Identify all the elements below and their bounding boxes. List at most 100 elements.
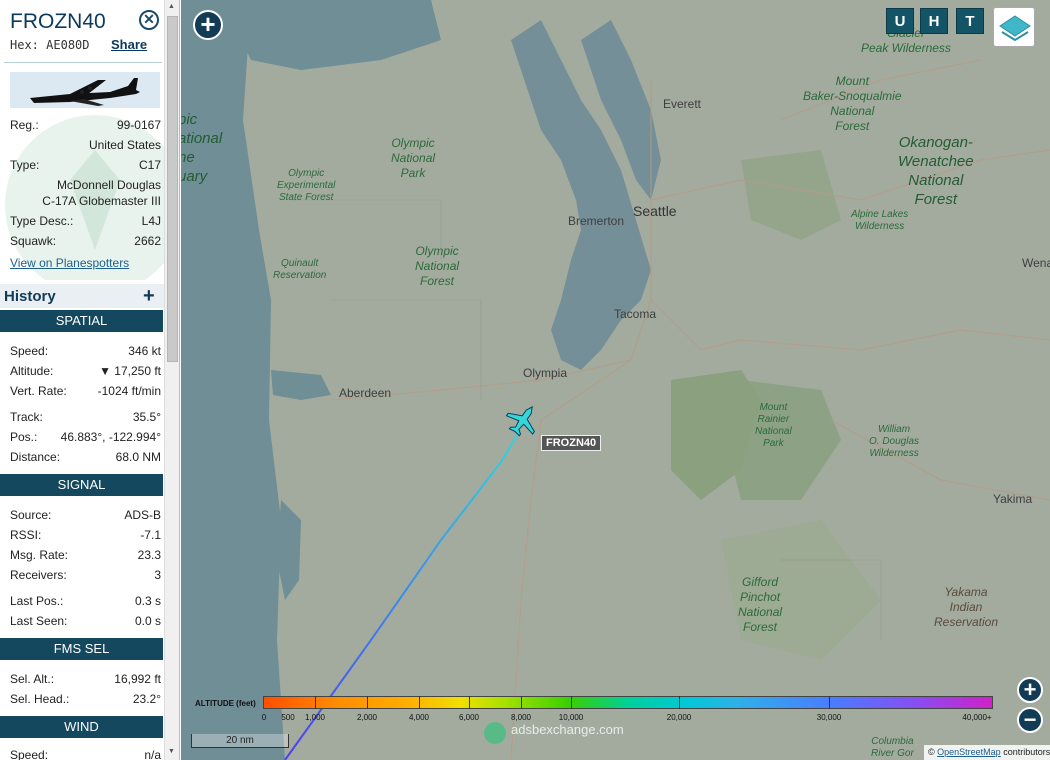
map-view[interactable]: Everett Seattle Bremerton Tacoma Olympia… [181, 0, 1050, 760]
receivers-row: Receivers: 3 [10, 568, 161, 584]
receivers-label: Receivers: [10, 568, 67, 582]
position-row: Pos.: 46.883°, -122.994° [10, 430, 161, 446]
tick-label: 500 [281, 713, 295, 722]
layers-icon [999, 15, 1031, 42]
zoom-in-button[interactable]: + [1017, 677, 1043, 703]
tick [419, 696, 420, 709]
label-quinault: Quinault Reservation [273, 258, 327, 281]
label-yakima: Yakima [993, 492, 1033, 506]
plus-icon[interactable]: + [143, 285, 155, 308]
planespotters-link[interactable]: View on Planespotters [10, 256, 129, 270]
tick [679, 696, 680, 709]
detail-row-type: Type: C17 [10, 158, 161, 174]
last-seen-row: Last Seen: 0.0 s [10, 614, 161, 630]
signal-header[interactable]: SIGNAL [0, 474, 163, 496]
scrollbar-thumb[interactable] [167, 16, 178, 362]
label-olympic-exp: Olympic Experimental State Forest [277, 168, 336, 203]
spatial-header[interactable]: SPATIAL [0, 310, 163, 332]
vert-rate-value: -1024 ft/min [97, 384, 161, 398]
fms-sel-header[interactable]: FMS SEL [0, 638, 163, 660]
wind-header[interactable]: WIND [0, 716, 163, 738]
attribution-symbol: © [928, 747, 935, 757]
reg-label: Reg.: [10, 118, 39, 132]
tick [829, 696, 830, 709]
altitude-row: Altitude: ▼ 17,250 ft [10, 364, 161, 380]
msg-rate-value: 23.3 [137, 548, 161, 562]
rssi-label: RSSI: [10, 528, 42, 542]
last-seen-value: 0.0 s [134, 614, 161, 628]
tick-label: 6,000 [458, 713, 480, 722]
distance-value: 68.0 NM [115, 450, 161, 464]
aircraft-info-panel: FROZN40 ✕ Hex: AE080D Share Reg.: 99-0167 [0, 0, 180, 760]
sel-alt-value: 16,992 ft [114, 672, 161, 686]
label-wena: Wena [1022, 256, 1050, 270]
tick-label: 40,000+ [962, 713, 992, 722]
position-label: Pos.: [10, 430, 38, 444]
model-line-1: McDonnell Douglas [56, 178, 161, 192]
rssi-row: RSSI: -7.1 [10, 528, 161, 544]
last-seen-label: Last Seen: [10, 614, 68, 628]
callsign-title: FROZN40 [10, 10, 106, 33]
label-olympic-np: Olympic National Park [391, 136, 436, 180]
tick [521, 696, 522, 709]
source-label: Source: [10, 508, 52, 522]
history-header[interactable]: History + [0, 284, 164, 308]
last-pos-label: Last Pos.: [10, 594, 64, 608]
distance-label: Distance: [10, 450, 61, 464]
label-bremerton: Bremerton [568, 214, 625, 228]
label-okanogan: Okanogan- Wenatchee National Forest [898, 134, 974, 208]
type-value: C17 [138, 158, 161, 172]
altitude-legend: ALTITUDE (feet) 0 500 1,000 2,000 4,000 … [191, 694, 1001, 724]
tick-label: 0 [261, 713, 267, 722]
label-seattle: Seattle [633, 203, 677, 219]
layers-button[interactable] [993, 7, 1035, 47]
t-button[interactable]: T [956, 8, 984, 34]
tick [571, 696, 572, 709]
tick-label: 20,000 [666, 713, 692, 722]
zoom-out-button[interactable]: − [1017, 707, 1043, 733]
typedesc-value: L4J [141, 214, 161, 228]
tick-label: 4,000 [408, 713, 430, 722]
sel-alt-label: Sel. Alt.: [10, 672, 55, 686]
label-alpine: Alpine Lakes Wilderness [851, 209, 909, 232]
detail-row-squawk: Squawk: 2662 [10, 234, 161, 250]
label-yakama: Yakama Indian Reservation [934, 585, 999, 629]
tick-label: 30,000 [816, 713, 842, 722]
osm-link[interactable]: OpenStreetMap [937, 747, 1001, 757]
label-olympic-edge: pic ational ne uary [181, 111, 223, 185]
share-link[interactable]: Share [111, 37, 147, 52]
hex-label: Hex: [10, 38, 39, 52]
map-base [181, 0, 1050, 760]
map-attribution: © OpenStreetMap contributors [924, 745, 1050, 760]
msg-rate-row: Msg. Rate: 23.3 [10, 548, 161, 564]
detail-row-typedesc: Type Desc.: L4J [10, 214, 161, 230]
source-row: Source: ADS-B [10, 508, 161, 524]
scroll-down-arrow-icon[interactable]: ▼ [168, 748, 175, 755]
sel-alt-row: Sel. Alt.: 16,992 ft [10, 672, 161, 688]
sel-head-row: Sel. Head.: 23.2° [10, 692, 161, 708]
last-pos-row: Last Pos.: 0.3 s [10, 594, 161, 610]
type-label: Type: [10, 158, 40, 172]
detail-row-reg: Reg.: 99-0167 [10, 118, 161, 134]
u-button[interactable]: U [886, 8, 914, 34]
close-icon[interactable]: ✕ [139, 10, 159, 30]
aircraft-label[interactable]: FROZN40 [541, 435, 602, 451]
sidebar-scrollbar[interactable]: ▲ ▼ [164, 0, 179, 760]
h-button[interactable]: H [920, 8, 948, 34]
tick-label: 8,000 [510, 713, 532, 722]
altitude-label: Altitude: [10, 364, 54, 378]
source-value: ADS-B [124, 508, 161, 522]
scale-bar: 20 nm [191, 734, 289, 748]
track-row: Track: 35.5° [10, 410, 161, 426]
wind-speed-row: Speed: n/a [10, 748, 161, 760]
tick [469, 696, 470, 709]
label-tacoma: Tacoma [614, 307, 657, 321]
scroll-up-arrow-icon[interactable]: ▲ [168, 3, 175, 10]
expand-sidebar-button[interactable]: + [193, 10, 223, 40]
distance-row: Distance: 68.0 NM [10, 450, 161, 466]
squawk-label: Squawk: [10, 234, 57, 248]
wind-speed-label: Speed: [10, 748, 49, 760]
label-rainier: Mount Rainier National Park [755, 402, 792, 449]
tick-label: 10,000 [558, 713, 584, 722]
watermark: adsbexchange.com [511, 722, 624, 737]
